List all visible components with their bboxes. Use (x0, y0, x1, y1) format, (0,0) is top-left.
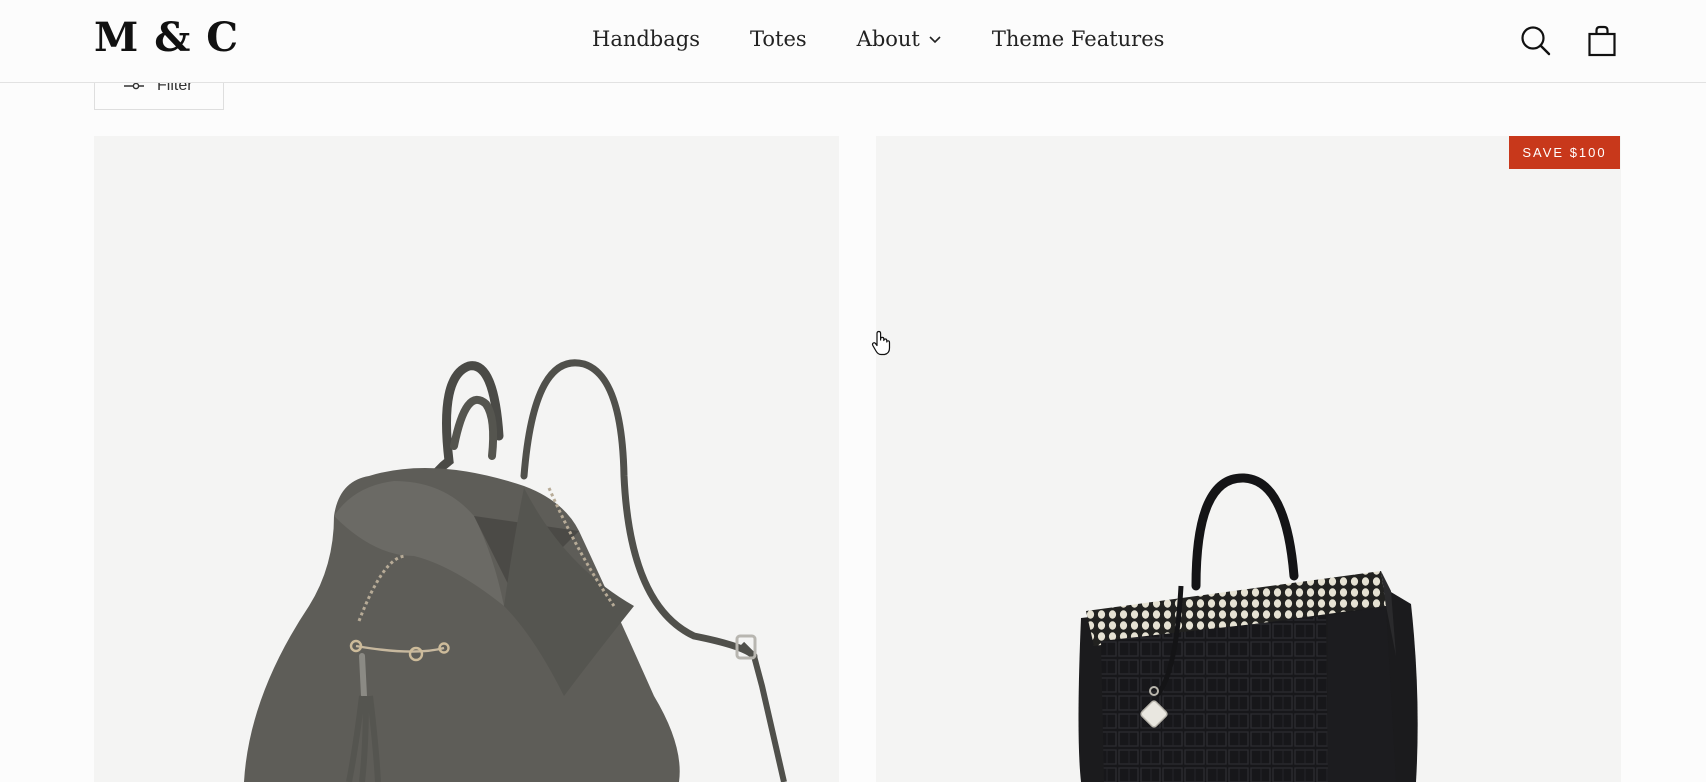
product-card-tote[interactable] (876, 136, 1621, 782)
nav-item-handbags[interactable]: Handbags (592, 22, 700, 56)
nav-label-theme-features: Theme Features (991, 27, 1165, 51)
site-header: M & C Handbags Totes About Theme Feature… (0, 0, 1706, 83)
cart-icon[interactable] (1585, 24, 1619, 58)
nav-label-totes: Totes (749, 27, 807, 51)
nav-item-totes[interactable]: Totes (750, 22, 807, 56)
hand-cursor-icon (871, 330, 891, 356)
backpack-image (244, 359, 787, 782)
main-nav: Handbags Totes About Theme Features (592, 22, 1164, 56)
tote-image (1078, 473, 1418, 782)
product-card-backpack[interactable] (94, 136, 839, 782)
sale-badge: SAVE $100 (1509, 136, 1620, 169)
search-icon[interactable] (1519, 24, 1553, 58)
chevron-down-icon (929, 36, 941, 44)
nav-label-about: About (856, 27, 920, 51)
store-logo[interactable]: M & C (94, 14, 239, 62)
nav-label-handbags: Handbags (592, 27, 700, 51)
nav-item-about[interactable]: About (857, 22, 942, 56)
nav-item-theme-features[interactable]: Theme Features (992, 22, 1165, 56)
